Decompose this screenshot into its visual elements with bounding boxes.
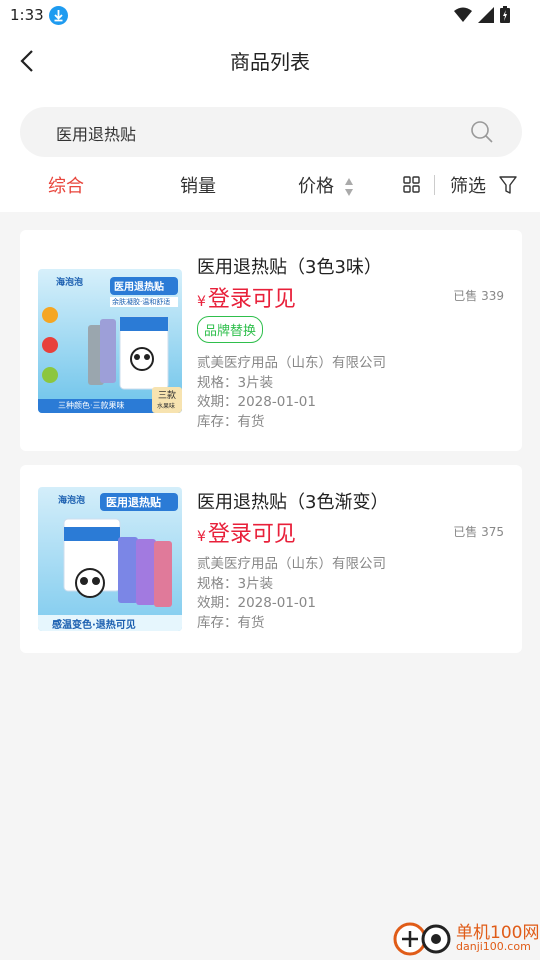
search-icon[interactable] (470, 120, 494, 144)
wifi-icon (454, 7, 472, 22)
product-meta: 贰美医疗用品（山东）有限公司 规格：3片装 效期：2028-01-01 库存：有… (197, 555, 386, 633)
expiry: 效期：2028-01-01 (197, 595, 316, 611)
sort-arrows-icon[interactable] (344, 177, 354, 197)
header: 商品列表 医用退热贴 综合 销量 价格 筛选 (0, 32, 540, 212)
spec: 规格：3片装 (197, 575, 274, 592)
image-corner: 三款 (158, 391, 177, 401)
company-name: 贰美医疗用品（山东）有限公司 (197, 355, 386, 371)
grid-view-icon[interactable] (403, 176, 420, 193)
image-title: 医用退热贴 (106, 496, 161, 509)
product-card[interactable]: 海泡泡 医用退热贴 余肤凝胶·温和舒适 三种颜色·三款果味 三款 水果味 医用退… (20, 230, 522, 451)
product-image: 海泡泡 医用退热贴 余肤凝胶·温和舒适 三种颜色·三款果味 三款 水果味 (38, 269, 182, 413)
sort-price[interactable]: 价格 (298, 172, 334, 198)
price-currency: ¥ (197, 529, 206, 545)
status-bar: 1:33 (0, 0, 540, 32)
search-value: 医用退热贴 (56, 125, 137, 144)
page-title: 商品列表 (230, 50, 310, 74)
product-name[interactable]: 医用退热贴（3色3味） (197, 253, 382, 279)
image-brand: 海泡泡 (56, 278, 84, 288)
download-icon (49, 6, 68, 25)
product-name[interactable]: 医用退热贴（3色渐变） (197, 488, 388, 514)
sold-count: 已售 339 (453, 289, 504, 303)
sold-count: 已售 375 (453, 525, 504, 539)
image-corner-sub: 水果味 (157, 403, 176, 410)
stock: 库存：有货 (197, 614, 265, 631)
product-price: ¥登录可见 (197, 281, 296, 313)
product-image: 海泡泡 医用退热贴 感温变色·退热可见 (38, 487, 182, 631)
sort-bar: 综合 销量 价格 筛选 (0, 170, 540, 200)
divider (434, 175, 435, 195)
price-currency: ¥ (197, 294, 206, 310)
signal-icon (478, 6, 494, 23)
expiry: 效期：2028-01-01 (197, 394, 316, 410)
filter-button[interactable]: 筛选 (450, 172, 486, 198)
watermark-url: danji100.com (456, 940, 531, 953)
image-title: 医用退热贴 (114, 282, 164, 293)
image-subtitle: 余肤凝胶·温和舒适 (112, 298, 171, 306)
brand-replace-tag[interactable]: 品牌替换 (197, 316, 264, 343)
product-card[interactable]: 海泡泡 医用退热贴 感温变色·退热可见 医用退热贴（3色渐变） ¥登录可见 已售… (20, 465, 522, 653)
image-footer: 三种颜色·三款果味 (58, 401, 125, 410)
product-meta: 贰美医疗用品（山东）有限公司 规格：3片装 效期：2028-01-01 库存：有… (197, 354, 386, 432)
sort-comprehensive[interactable]: 综合 (48, 172, 84, 198)
spec: 规格：3片装 (197, 374, 274, 391)
image-footer: 感温变色·退热可见 (52, 620, 136, 631)
search-input[interactable]: 医用退热贴 (20, 107, 522, 157)
product-price: ¥登录可见 (197, 516, 296, 548)
stock: 库存：有货 (197, 413, 265, 430)
sort-sales[interactable]: 销量 (180, 172, 216, 198)
image-brand: 海泡泡 (58, 496, 86, 506)
company-name: 贰美医疗用品（山东）有限公司 (197, 556, 386, 572)
battery-icon (500, 6, 510, 23)
price-value: 登录可见 (207, 287, 296, 312)
price-value: 登录可见 (207, 522, 296, 547)
filter-icon[interactable] (499, 175, 517, 195)
status-time: 1:33 (10, 6, 44, 24)
watermark-logo (393, 922, 451, 956)
